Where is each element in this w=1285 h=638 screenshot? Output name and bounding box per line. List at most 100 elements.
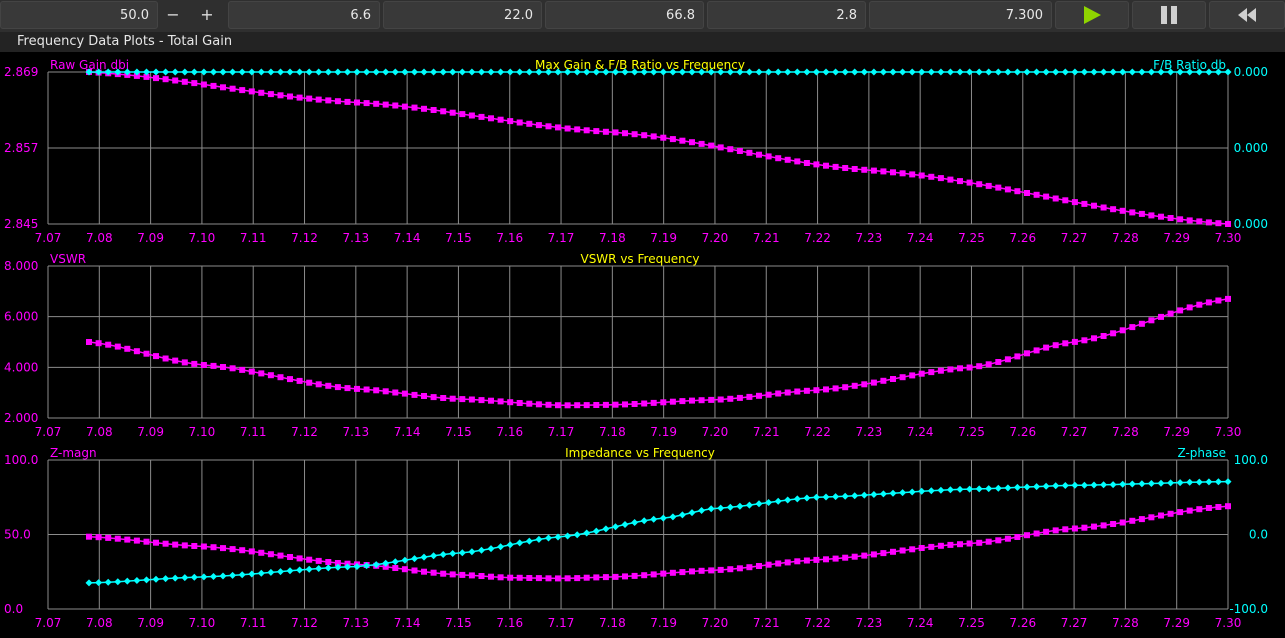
data-point <box>535 122 542 129</box>
data-point <box>191 360 198 367</box>
data-point <box>315 381 322 388</box>
data-point <box>191 543 198 549</box>
x-tick-label: 7.25 <box>958 616 985 630</box>
data-point <box>220 364 226 370</box>
toolbar-field-5[interactable]: 7.300 <box>869 1 1052 29</box>
data-point <box>516 400 523 406</box>
decrement-button[interactable]: − <box>158 1 188 29</box>
data-point <box>239 366 246 373</box>
data-point <box>95 534 102 541</box>
data-point <box>277 92 284 99</box>
data-point <box>746 149 753 156</box>
data-point <box>650 571 657 578</box>
data-point <box>468 112 475 119</box>
data-point <box>1024 350 1030 357</box>
data-point <box>325 97 332 104</box>
data-point <box>421 393 427 399</box>
x-tick-label: 7.18 <box>599 231 626 245</box>
rewind-button[interactable] <box>1209 1 1285 29</box>
data-point <box>248 88 255 95</box>
data-point <box>765 391 772 398</box>
toolbar-field-1[interactable]: 6.6 <box>228 1 380 29</box>
data-point <box>1004 535 1011 542</box>
data-point <box>918 545 925 551</box>
y2-tick-label: 0.0 <box>1249 528 1268 542</box>
x-tick-label: 7.11 <box>240 425 267 439</box>
x-tick-label: 7.08 <box>86 616 113 630</box>
data-point <box>488 115 494 122</box>
data-point <box>1138 516 1145 523</box>
toolbar-field-3[interactable]: 66.8 <box>545 1 704 29</box>
data-point <box>765 561 772 568</box>
data-point <box>440 570 447 577</box>
data-point <box>114 343 121 350</box>
data-point <box>162 355 169 362</box>
data-point <box>689 568 695 575</box>
data-point <box>765 153 772 160</box>
data-point <box>784 156 791 163</box>
data-point <box>497 574 504 581</box>
data-point <box>995 184 1002 191</box>
y-tick-label: 100.0 <box>4 453 38 467</box>
x-tick-label: 7.17 <box>548 231 575 245</box>
data-point <box>191 80 198 87</box>
data-point <box>593 574 600 581</box>
data-point <box>181 359 188 366</box>
increment-button[interactable]: + <box>192 1 222 29</box>
data-point <box>660 134 667 141</box>
data-point <box>784 389 791 396</box>
data-point <box>258 89 265 96</box>
rewind-icon <box>1238 8 1256 22</box>
data-point <box>976 539 983 546</box>
x-tick-label: 7.24 <box>907 616 934 630</box>
data-point <box>373 387 380 394</box>
play-button[interactable] <box>1055 1 1129 29</box>
data-point <box>1033 530 1040 537</box>
data-point <box>909 171 916 178</box>
data-point <box>344 385 351 392</box>
pause-button[interactable] <box>1132 1 1206 29</box>
data-point <box>440 395 447 401</box>
data-point <box>210 362 217 369</box>
x-tick-label: 7.22 <box>804 616 831 630</box>
x-tick-label: 7.16 <box>496 231 523 245</box>
data-point <box>1052 342 1059 349</box>
impedance-value-field[interactable]: 50.0 <box>0 1 158 29</box>
data-point <box>1024 532 1030 539</box>
data-point <box>1004 186 1011 193</box>
data-point <box>612 573 619 580</box>
data-point <box>430 569 437 576</box>
data-point <box>1205 299 1212 306</box>
toolbar-field-4[interactable]: 2.8 <box>707 1 866 29</box>
data-point <box>985 182 992 189</box>
data-point <box>1071 338 1078 345</box>
data-point <box>631 131 638 138</box>
data-point <box>823 556 829 563</box>
data-point <box>861 166 868 173</box>
x-tick-label: 7.22 <box>804 231 831 245</box>
data-point <box>1186 507 1193 514</box>
x-tick-label: 7.27 <box>1061 425 1088 439</box>
data-point <box>870 167 877 174</box>
data-point <box>411 567 418 574</box>
data-point <box>717 566 724 573</box>
data-point <box>392 102 399 109</box>
data-point <box>344 98 351 105</box>
data-point <box>851 166 858 172</box>
data-point <box>468 396 475 403</box>
y-tick-label: 0.0 <box>4 602 23 616</box>
data-point <box>1100 522 1107 529</box>
data-point <box>727 566 734 573</box>
data-point <box>200 81 207 88</box>
x-tick-label: 7.12 <box>291 616 318 630</box>
data-point <box>756 563 762 569</box>
data-point <box>574 402 581 409</box>
data-point <box>86 339 92 345</box>
toolbar-field-2[interactable]: 22.0 <box>383 1 542 29</box>
data-point <box>239 547 246 554</box>
data-point <box>947 541 954 548</box>
y2-tick-label: 0.000 <box>1234 141 1268 155</box>
data-point <box>612 401 619 408</box>
y-tick-label: 8.000 <box>4 259 38 273</box>
data-point <box>1186 304 1193 311</box>
